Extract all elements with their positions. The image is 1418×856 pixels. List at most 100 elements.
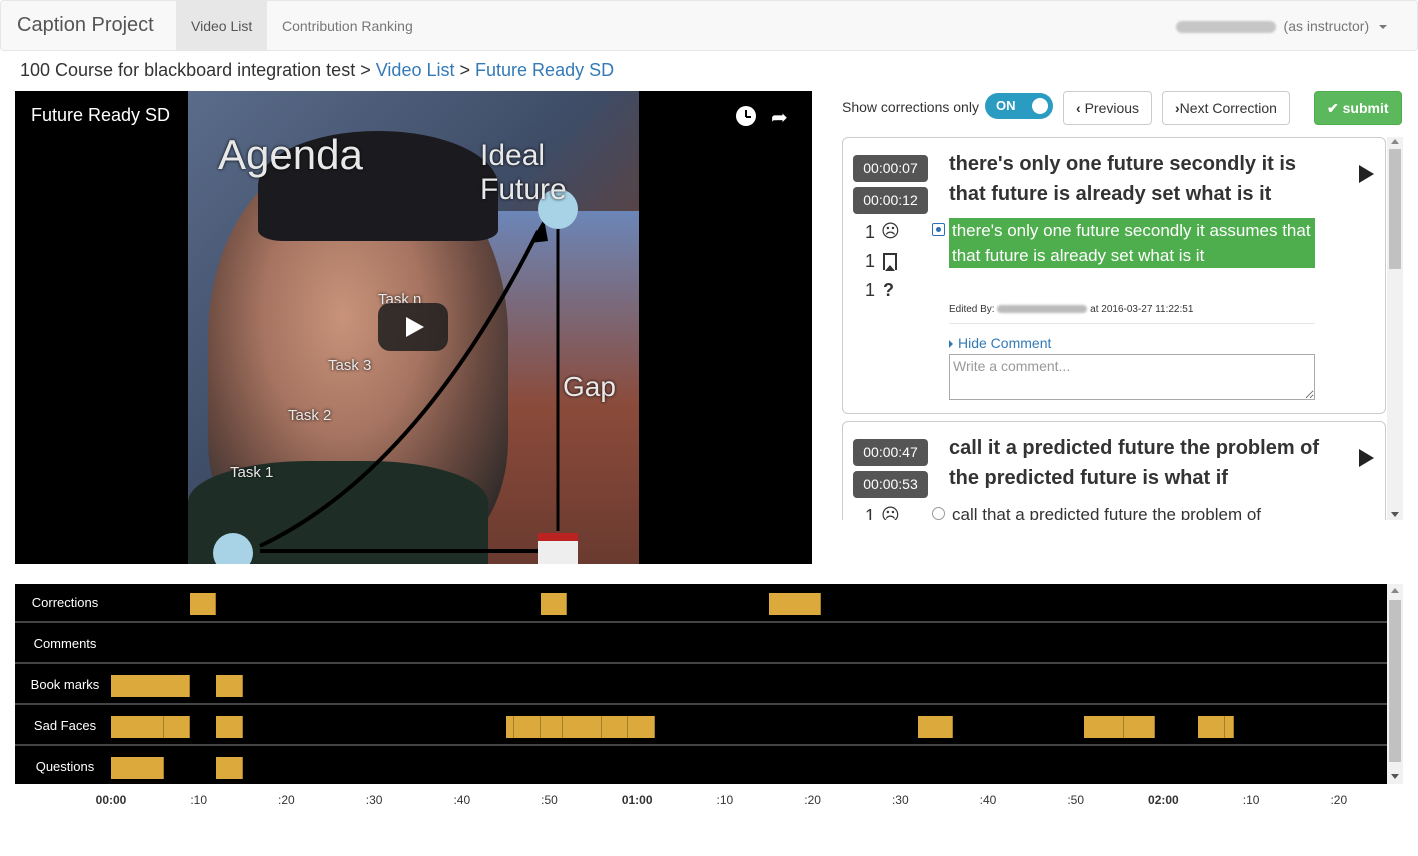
share-arrow-icon[interactable]: ➦ [771, 105, 788, 130]
question-count: 1 [865, 280, 876, 300]
timeline-tick-label: 02:00 [1148, 793, 1179, 807]
timeline-segment[interactable] [917, 716, 953, 738]
show-corrections-only-label: Show corrections only [842, 99, 979, 115]
timeline-segment[interactable] [1084, 716, 1124, 738]
breadcrumb-current-video[interactable]: Future Ready SD [475, 60, 614, 80]
caption-end-time[interactable]: 00:00:12 [853, 187, 928, 214]
scrollbar-thumb[interactable] [1389, 600, 1401, 762]
caret-down-icon [1379, 25, 1387, 30]
timeline-segment[interactable] [540, 593, 568, 615]
check-icon: ✔ [1327, 100, 1339, 116]
show-corrections-toggle[interactable]: ON [985, 93, 1053, 119]
sad-face-icon[interactable]: ☹ [881, 505, 900, 520]
timeline-segment[interactable] [216, 757, 243, 779]
scroll-down-arrow-icon[interactable] [1391, 774, 1399, 779]
next-correction-label: Next Correction [1179, 100, 1277, 116]
chevron-left-icon: ‹ [1076, 100, 1081, 116]
brand-link[interactable]: Caption Project [17, 14, 154, 37]
breadcrumb-video-list[interactable]: Video List [376, 60, 455, 80]
scroll-down-arrow-icon[interactable] [1391, 512, 1399, 517]
caption-start-time[interactable]: 00:00:07 [853, 155, 928, 182]
timeline-segment[interactable] [216, 716, 243, 738]
timeline-row-label: Book marks [30, 677, 100, 692]
watch-later-clock-icon[interactable] [736, 106, 756, 126]
scrollbar-thumb[interactable] [1389, 149, 1401, 269]
comment-input[interactable] [949, 354, 1315, 400]
timeline-tick-label: :40 [453, 793, 471, 807]
timeline-segment[interactable] [111, 757, 164, 779]
corrections-scrollbar[interactable] [1387, 137, 1403, 520]
timeline-segment[interactable] [1198, 716, 1225, 738]
timeline-segment[interactable] [540, 716, 563, 738]
divider [949, 323, 1315, 324]
user-menu[interactable]: (as instructor) [1175, 1, 1387, 51]
timeline-row-label: Corrections [31, 595, 99, 610]
timeline-segment[interactable] [505, 716, 515, 738]
breadcrumb-separator: > [360, 60, 371, 80]
redacted-editor [997, 305, 1088, 314]
submit-label: submit [1342, 100, 1389, 116]
video-title[interactable]: Future Ready SD [31, 105, 170, 126]
timeline-row-label: Questions [35, 759, 95, 774]
timeline-row: Corrections [15, 584, 1387, 623]
slide-gap-text: Gap [563, 371, 616, 402]
caption-start-time[interactable]: 00:00:47 [853, 439, 928, 466]
corrections-list: 00:00:07 00:00:12 there's only one futur… [842, 137, 1404, 520]
correction-select-radio[interactable] [932, 507, 945, 520]
timeline-segment[interactable] [216, 675, 243, 697]
tab-contribution-ranking[interactable]: Contribution Ranking [267, 1, 428, 51]
hide-comment-link[interactable]: Hide Comment [949, 335, 1051, 351]
tab-video-list[interactable]: Video List [176, 1, 268, 51]
timeline-segment[interactable] [514, 716, 541, 738]
previous-button[interactable]: ‹ Previous [1063, 91, 1153, 125]
timeline-segment[interactable] [1224, 716, 1234, 738]
timeline-tick-label: :30 [891, 793, 909, 807]
scroll-up-arrow-icon[interactable] [1391, 588, 1399, 593]
correction-select-radio[interactable] [932, 223, 945, 236]
timeline-tick-label: :10 [716, 793, 734, 807]
timeline-segment[interactable] [602, 716, 629, 738]
timeline-segment[interactable] [562, 716, 603, 738]
timeline-tick-label: :30 [365, 793, 383, 807]
timeline-segment[interactable] [163, 716, 190, 738]
video-player[interactable]: Agenda Ideal Future Task n Task 3 Task 2… [15, 91, 812, 564]
timeline-row: Comments [15, 625, 1387, 664]
timeline-segment[interactable] [111, 675, 190, 697]
toggle-knob [1032, 98, 1048, 114]
annotation-timeline[interactable]: Corrections Comments Book marks Sad Faces Qu… [15, 584, 1387, 784]
timeline-row-label: Comments [33, 636, 97, 651]
slide-task-1-text: Task 1 [230, 464, 274, 481]
submit-button[interactable]: ✔ submit [1314, 91, 1402, 125]
play-caption-icon[interactable] [1359, 165, 1374, 183]
previous-button-label: Previous [1084, 100, 1140, 116]
timeline-segment[interactable] [768, 593, 822, 615]
scroll-up-arrow-icon[interactable] [1391, 139, 1399, 144]
question-icon[interactable]: ? [883, 280, 894, 301]
next-correction-button[interactable]: ›Next Correction [1162, 91, 1290, 125]
timeline-segment[interactable] [111, 716, 164, 738]
timeline-tick-label: :20 [804, 793, 821, 807]
bookmark-icon[interactable] [883, 253, 897, 271]
timeline-segment[interactable] [189, 593, 217, 615]
sad-face-icon[interactable]: ☹ [881, 221, 900, 242]
sad-face-count: 1 [865, 222, 876, 242]
play-caption-icon[interactable] [1359, 449, 1374, 467]
timeline-tick-label: :50 [1067, 793, 1085, 807]
timeline-tick-label: :20 [1330, 793, 1348, 807]
timeline-segment[interactable] [1123, 716, 1155, 738]
correction-text[interactable]: call that a predicted future the problem… [949, 502, 1315, 520]
original-caption-text: there's only one future secondly it is t… [949, 153, 1297, 205]
top-navbar: Caption Project Video List Contribution … [0, 0, 1418, 51]
edited-by-info: Edited By: at 2016-03-27 11:22:51 [949, 304, 1193, 315]
timeline-segment[interactable] [628, 716, 655, 738]
redacted-username [1175, 21, 1276, 34]
breadcrumb-course: 100 Course for blackboard integration te… [20, 60, 356, 80]
timeline-scrollbar[interactable] [1387, 584, 1403, 784]
video-play-button[interactable] [378, 303, 448, 351]
slide-ideal-future-text: Ideal Future [480, 139, 567, 206]
user-role: (as instructor) [1283, 18, 1370, 34]
slide-task-3-text: Task 3 [328, 357, 372, 374]
correction-text[interactable]: there's only one future secondly it assu… [949, 218, 1315, 268]
caption-end-time[interactable]: 00:00:53 [853, 471, 928, 498]
timeline-row-label: Sad Faces [33, 718, 97, 733]
